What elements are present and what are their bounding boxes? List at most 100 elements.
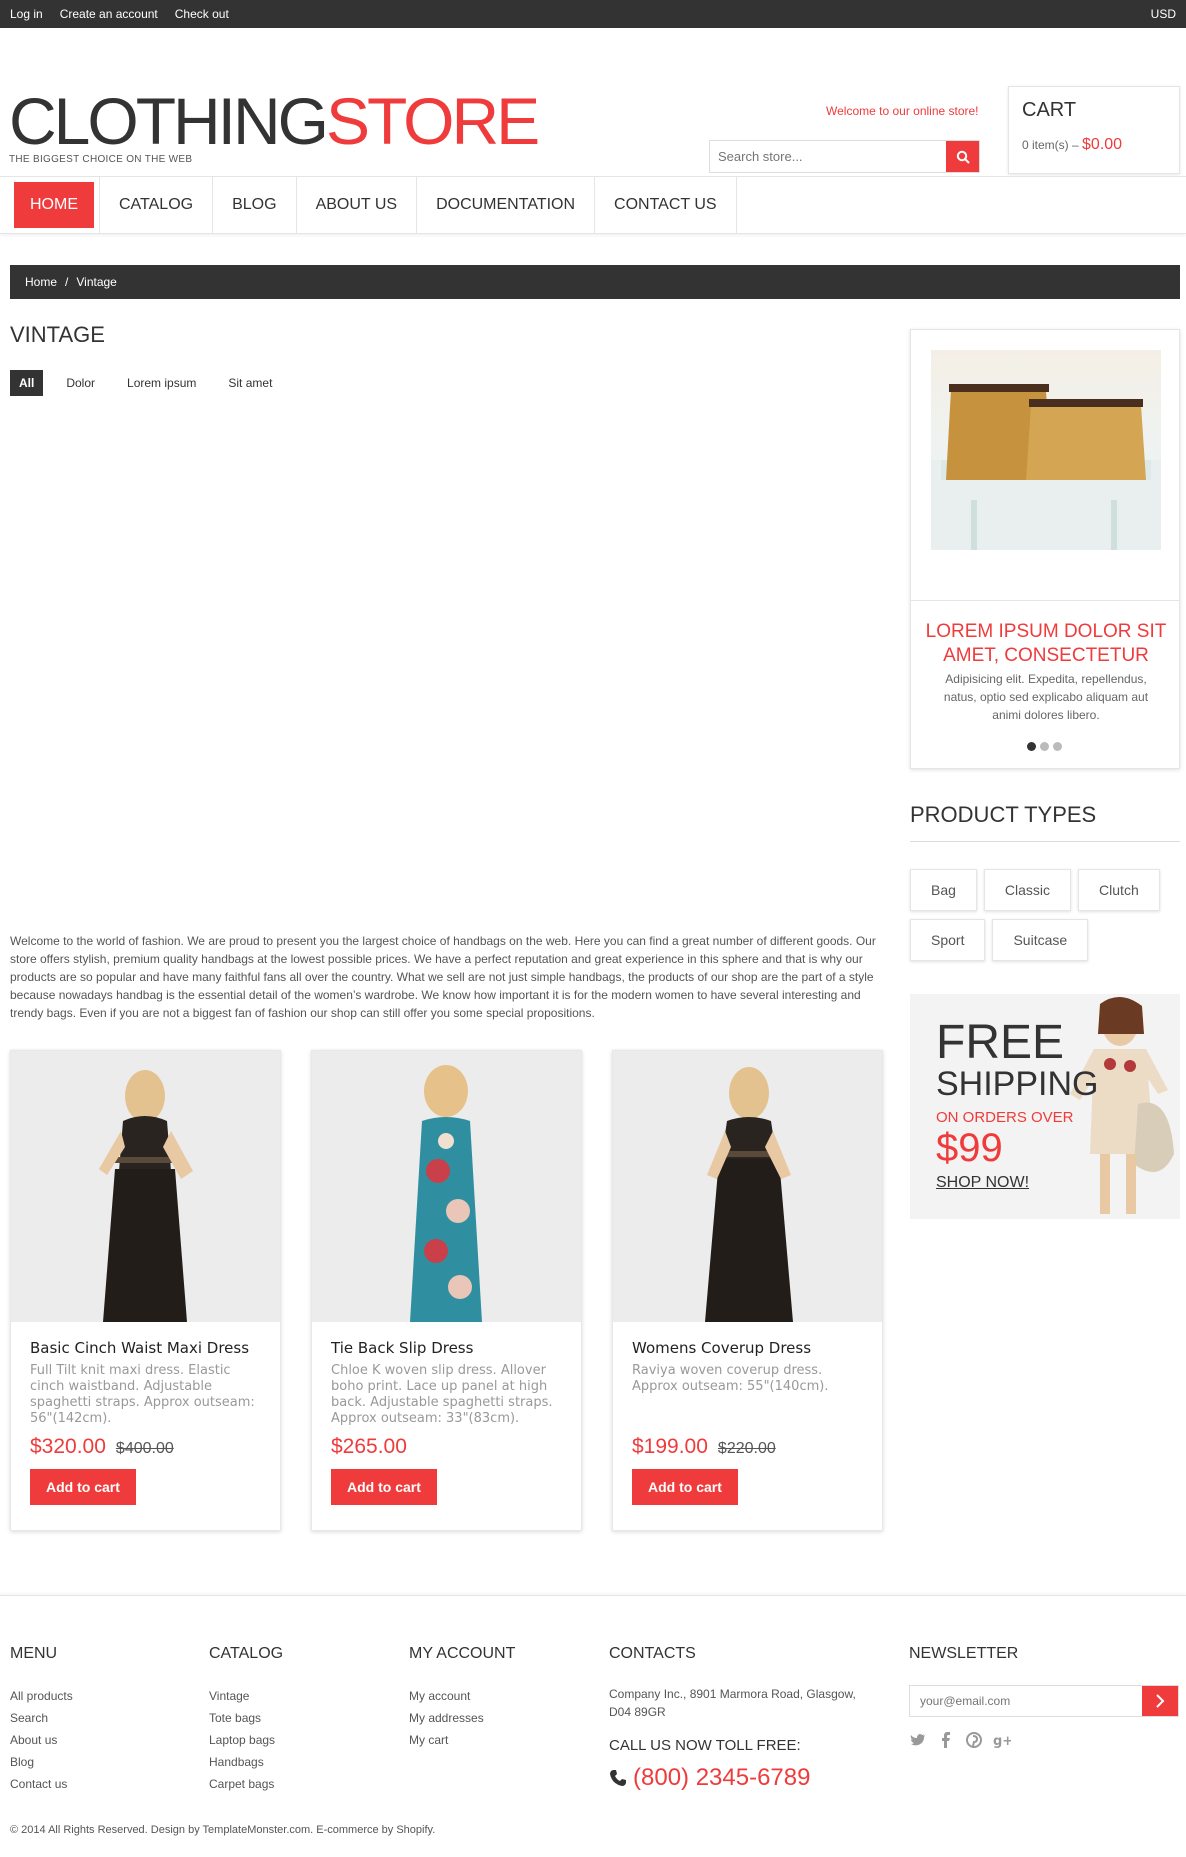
footer-account: MY ACCOUNT My account My addresses My ca… xyxy=(409,1645,515,1751)
twitter-icon[interactable] xyxy=(909,1731,927,1749)
nav-contact[interactable]: CONTACT US xyxy=(595,177,737,233)
phone-number[interactable]: (800) 2345-6789 xyxy=(609,1764,869,1792)
newsletter-email-input[interactable] xyxy=(910,1686,1142,1716)
cart-title: CART xyxy=(1022,99,1077,121)
type-tag-classic[interactable]: Classic xyxy=(983,869,1072,911)
google-plus-icon[interactable]: g+ xyxy=(993,1731,1011,1749)
promo-divider xyxy=(911,600,1179,601)
add-to-cart-button[interactable]: Add to cart xyxy=(331,1469,437,1505)
nav-blog[interactable]: BLOG xyxy=(213,177,297,233)
newsletter-title: NEWSLETTER xyxy=(909,1645,1019,1662)
create-account-link[interactable]: Create an account xyxy=(60,7,158,21)
svg-text:g+: g+ xyxy=(993,1734,1011,1748)
nav-catalog[interactable]: CATALOG xyxy=(99,177,214,233)
footer-newsletter: NEWSLETTER g+ xyxy=(909,1645,1179,1749)
nav-about[interactable]: ABOUT US xyxy=(297,177,418,233)
footer-link[interactable]: Laptop bags xyxy=(209,1729,283,1751)
logo-part1: CLOTHING xyxy=(9,84,329,158)
pinterest-icon[interactable] xyxy=(965,1731,983,1749)
product-types-title: PRODUCT TYPES xyxy=(910,802,1180,842)
footer-link[interactable]: My account xyxy=(409,1685,515,1707)
login-link[interactable]: Log in xyxy=(10,7,43,21)
phone-text: (800) 2345-6789 xyxy=(633,1764,811,1791)
nav-documentation[interactable]: DOCUMENTATION xyxy=(417,177,596,233)
filter-dolor[interactable]: Dolor xyxy=(57,370,104,396)
slider-dot-3[interactable] xyxy=(1053,742,1062,751)
slider-dot-2[interactable] xyxy=(1040,742,1049,751)
filter-lorem-ipsum[interactable]: Lorem ipsum xyxy=(118,370,205,396)
product-description: Raviya woven coverup dress. Approx outse… xyxy=(632,1363,829,1394)
breadcrumb-home[interactable]: Home xyxy=(25,275,57,289)
footer-link[interactable]: Contact us xyxy=(10,1773,73,1795)
footer-link[interactable]: My cart xyxy=(409,1729,515,1751)
type-tag-suitcase[interactable]: Suitcase xyxy=(992,919,1089,961)
promo-slider: LOREM IPSUM DOLOR SIT AMET, CONSECTETUR … xyxy=(910,329,1180,769)
promo-image[interactable] xyxy=(931,350,1161,550)
shipping-subtitle: ON ORDERS OVER xyxy=(936,1109,1074,1126)
product-image[interactable] xyxy=(11,1051,280,1322)
top-bar: Log in Create an account Check out USD xyxy=(0,0,1186,28)
product-grid: Basic Cinch Waist Maxi Dress Full Tilt k… xyxy=(10,1050,883,1531)
copyright: © 2014 All Rights Reserved. Design by Te… xyxy=(10,1824,436,1836)
cart-total: $0.00 xyxy=(1082,136,1123,153)
add-to-cart-button[interactable]: Add to cart xyxy=(30,1469,136,1505)
breadcrumb-separator: / xyxy=(65,275,69,289)
checkout-link[interactable]: Check out xyxy=(175,7,229,21)
product-image[interactable] xyxy=(312,1051,581,1322)
product-card: Basic Cinch Waist Maxi Dress Full Tilt k… xyxy=(10,1050,281,1531)
product-name[interactable]: Womens Coverup Dress xyxy=(632,1339,863,1357)
cart-widget[interactable]: CART 0 item(s) – $0.00 xyxy=(1008,86,1180,174)
footer: MENU All products Search About us Blog C… xyxy=(0,1595,1186,1857)
filter-all[interactable]: All xyxy=(10,370,44,396)
header: CLOTHINGSTORE THE BIGGEST CHOICE ON THE … xyxy=(0,28,1186,176)
slider-dots xyxy=(1027,742,1062,751)
footer-link[interactable]: About us xyxy=(10,1729,73,1751)
search-icon xyxy=(956,150,970,164)
product-old-price: $400.00 xyxy=(115,1440,174,1457)
logo-part2: STORE xyxy=(326,84,540,158)
social-links: g+ xyxy=(909,1731,1179,1749)
facebook-icon[interactable] xyxy=(937,1731,955,1749)
newsletter-submit-button[interactable] xyxy=(1142,1686,1178,1716)
slider-dot-1[interactable] xyxy=(1027,742,1036,751)
free-shipping-banner[interactable]: FREE SHIPPING ON ORDERS OVER $99 SHOP NO… xyxy=(910,994,1180,1219)
nav-home[interactable]: HOME xyxy=(14,182,94,228)
currency-select[interactable]: USD xyxy=(1151,7,1176,21)
footer-link[interactable]: Carpet bags xyxy=(209,1773,283,1795)
promo-title: LOREM IPSUM DOLOR SIT AMET, CONSECTETUR xyxy=(925,621,1167,666)
footer-contacts-title: CONTACTS xyxy=(609,1645,696,1662)
footer-link[interactable]: Handbags xyxy=(209,1751,283,1773)
shipping-headline-2: SHIPPING xyxy=(936,1065,1099,1103)
footer-link[interactable]: Vintage xyxy=(209,1685,283,1707)
footer-link[interactable]: Blog xyxy=(10,1751,73,1773)
product-name[interactable]: Tie Back Slip Dress xyxy=(331,1339,562,1357)
footer-catalog-title: CATALOG xyxy=(209,1645,284,1662)
cart-summary: 0 item(s) – $0.00 xyxy=(1022,136,1166,154)
search-button[interactable] xyxy=(946,141,979,172)
footer-link[interactable]: My addresses xyxy=(409,1707,515,1729)
shop-now-link[interactable]: SHOP NOW! xyxy=(936,1174,1029,1192)
footer-link[interactable]: Tote bags xyxy=(209,1707,283,1729)
type-tag-sport[interactable]: Sport xyxy=(910,919,986,961)
shipping-price: $99 xyxy=(936,1126,1003,1170)
type-tag-clutch[interactable]: Clutch xyxy=(1078,869,1160,911)
footer-contacts: CONTACTS Company Inc., 8901 Marmora Road… xyxy=(609,1645,869,1792)
product-name[interactable]: Basic Cinch Waist Maxi Dress xyxy=(30,1339,261,1357)
product-image[interactable] xyxy=(613,1051,882,1322)
intro-text: Welcome to the world of fashion. We are … xyxy=(10,934,876,1020)
product-card: Tie Back Slip Dress Chloe K woven slip d… xyxy=(311,1050,582,1531)
product-description: Chloe K woven slip dress. Allover boho p… xyxy=(331,1363,553,1426)
company-address: Company Inc., 8901 Marmora Road, Glasgow… xyxy=(609,1687,856,1719)
footer-menu: MENU All products Search About us Blog C… xyxy=(10,1645,73,1795)
type-tag-bag[interactable]: Bag xyxy=(910,869,977,911)
footer-link[interactable]: All products xyxy=(10,1685,73,1707)
cart-items: 0 item(s) – xyxy=(1022,138,1079,152)
tagline: THE BIGGEST CHOICE ON THE WEB xyxy=(9,154,193,165)
search-input[interactable] xyxy=(710,141,946,172)
logo[interactable]: CLOTHINGSTORE xyxy=(9,88,540,154)
product-card: Womens Coverup Dress Raviya woven coveru… xyxy=(612,1050,883,1531)
filter-sit-amet[interactable]: Sit amet xyxy=(219,370,281,396)
footer-link[interactable]: Search xyxy=(10,1707,73,1729)
filter-tabs: All Dolor Lorem ipsum Sit amet xyxy=(10,370,281,396)
add-to-cart-button[interactable]: Add to cart xyxy=(632,1469,738,1505)
